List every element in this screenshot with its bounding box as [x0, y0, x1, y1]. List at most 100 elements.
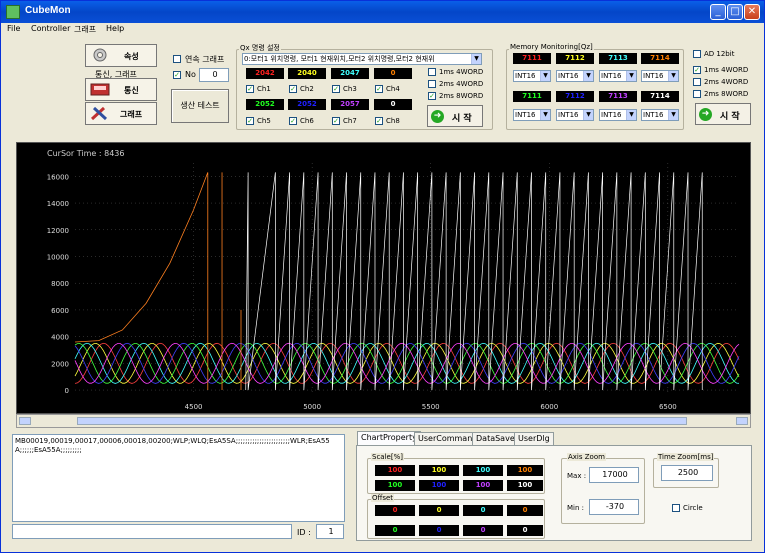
axis-zoom-label: Axis Zoom [567, 453, 606, 461]
menu-file[interactable]: File [7, 24, 20, 33]
mem-type-select-8[interactable]: INT16 ▼ [641, 109, 679, 121]
mem-type-select-6[interactable]: INT16 ▼ [556, 109, 594, 121]
ch4-label: Ch4 [386, 85, 400, 93]
window-title: CubeMon [25, 5, 71, 16]
mem-mode-2ms-8word-checkbox[interactable] [693, 90, 701, 98]
offset-ch2[interactable]: 0 [419, 505, 459, 516]
mem-addr-4: 7114 [641, 53, 679, 64]
cursor-time-label: CurSor Time : 8436 [47, 149, 124, 158]
x-tick-label: 5000 [303, 403, 321, 411]
mem-start-button[interactable]: ➜ 시 작 [695, 103, 751, 125]
chevron-down-icon: ▼ [626, 71, 636, 81]
properties-button[interactable]: 속성 [85, 44, 157, 67]
id-label: ID : [297, 528, 311, 537]
title-bar[interactable]: CubeMon _ □ ✕ [1, 1, 764, 23]
arrow-right-icon: ➜ [431, 110, 444, 123]
offset-label: Offset [371, 494, 395, 502]
mem-addr-2: 7112 [556, 53, 594, 64]
qx-mode-1ms-4word-checkbox[interactable] [428, 68, 436, 76]
ch1-checkbox[interactable]: ✓ [246, 85, 254, 93]
mem-type-select-7[interactable]: INT16 ▼ [599, 109, 637, 121]
scale-ch3[interactable]: 100 [463, 465, 503, 476]
id-input[interactable]: 1 [316, 524, 344, 539]
qx-mode-2ms-4word-checkbox[interactable] [428, 80, 436, 88]
qx-value-ch1: 2042 [246, 68, 284, 79]
min-input[interactable]: -370 [589, 499, 639, 515]
circle-checkbox[interactable] [672, 504, 680, 512]
y-tick-label: 2000 [51, 360, 69, 368]
qx-mode-2ms-8word-checkbox[interactable]: ✓ [428, 92, 436, 100]
tab-user-dlg[interactable]: UserDlg [514, 432, 554, 445]
qx-start-label: 시 작 [452, 114, 472, 124]
ch3-checkbox[interactable]: ✓ [332, 85, 340, 93]
scale-ch8[interactable]: 100 [507, 480, 543, 491]
comm-button[interactable]: 통신 [85, 78, 157, 101]
tab-chart-property[interactable]: ChartProperty [357, 431, 421, 445]
offset-ch6[interactable]: 0 [419, 525, 459, 536]
scale-ch1[interactable]: 100 [375, 465, 415, 476]
qx-start-button[interactable]: ➜ 시 작 [427, 105, 483, 127]
mem-addr-6: 7112 [556, 91, 594, 102]
time-zoom-input[interactable]: 2500 [661, 465, 713, 481]
menu-help[interactable]: Help [106, 24, 124, 33]
max-label: Max : [567, 472, 587, 480]
ch7-checkbox[interactable]: ✓ [332, 117, 340, 125]
mem-mode-2ms-4word-checkbox[interactable] [693, 78, 701, 86]
max-input[interactable]: 17000 [589, 467, 639, 483]
maximize-button[interactable]: □ [727, 4, 743, 20]
scale-ch7[interactable]: 100 [463, 480, 503, 491]
mem-type-select-4[interactable]: INT16 ▼ [641, 70, 679, 82]
menu-controller[interactable]: Controller [31, 24, 70, 33]
offset-ch1[interactable]: 0 [375, 505, 415, 516]
close-button[interactable]: ✕ [744, 4, 760, 20]
continuous-graph-checkbox[interactable] [173, 55, 181, 63]
scale-ch5[interactable]: 100 [375, 480, 415, 491]
scale-ch6[interactable]: 100 [419, 480, 459, 491]
mem-mode-2ms-8word-label: 2ms 8WORD [704, 90, 749, 98]
ch5-checkbox[interactable]: ✓ [246, 117, 254, 125]
command-input[interactable] [12, 524, 292, 539]
scroll-left-arrow[interactable] [19, 417, 31, 425]
comm-label: 통신 [124, 86, 139, 95]
scroll-thumb[interactable] [77, 417, 687, 425]
mem-type-select-1[interactable]: INT16 ▼ [513, 70, 551, 82]
chart-property-page: Scale[%] 100 100 100 100 100 100 100 100… [356, 445, 752, 541]
tab-data-save[interactable]: DataSave [472, 432, 519, 445]
console-output[interactable]: MB00019,00019,00017,00006,00018,00200;WL… [12, 434, 345, 522]
mem-type-select-2[interactable]: INT16 ▼ [556, 70, 594, 82]
ad-12bit-checkbox[interactable] [693, 50, 701, 58]
graph-button[interactable]: 그래프 [85, 102, 157, 125]
chart-area[interactable]: CurSor Time : 8436 16000 14000 12000 10000 80… [16, 142, 751, 414]
orange-series [74, 172, 209, 391]
mem-mode-1ms-4word-checkbox[interactable]: ✓ [693, 66, 701, 74]
ch2-checkbox[interactable]: ✓ [289, 85, 297, 93]
no-checkbox[interactable]: ✓ [173, 71, 181, 79]
chevron-down-icon: ▼ [540, 71, 550, 81]
ch4-checkbox[interactable]: ✓ [375, 85, 383, 93]
mem-type-select-5[interactable]: INT16 ▼ [513, 109, 551, 121]
ch6-checkbox[interactable]: ✓ [289, 117, 297, 125]
y-tick-label: 4000 [51, 334, 69, 342]
minimize-button[interactable]: _ [710, 4, 726, 20]
scroll-right-arrow[interactable] [736, 417, 748, 425]
production-test-button[interactable]: 생산 테스트 [171, 89, 229, 123]
ch7-label: Ch7 [343, 117, 357, 125]
scale-ch2[interactable]: 100 [419, 465, 459, 476]
offset-ch3[interactable]: 0 [463, 505, 503, 516]
chart-hscrollbar[interactable] [16, 414, 751, 428]
ch2-label: Ch2 [300, 85, 314, 93]
qx-mode-1ms-4word-label: 1ms 4WORD [439, 68, 484, 76]
no-input[interactable]: 0 [199, 68, 229, 82]
offset-ch7[interactable]: 0 [463, 525, 503, 536]
menu-graph[interactable]: 그래프 [74, 24, 96, 35]
phone-icon [89, 81, 111, 97]
offset-ch8[interactable]: 0 [507, 525, 543, 536]
mem-type-select-3[interactable]: INT16 ▼ [599, 70, 637, 82]
qx-command-select[interactable]: 0:모터1 위치명령, 모터1 현재위치,모터2 위치명령,모터2 현재위 ▼ [242, 53, 482, 65]
qx-value-ch6: 2052 [288, 99, 326, 110]
scale-ch4[interactable]: 100 [507, 465, 543, 476]
ch8-checkbox[interactable]: ✓ [375, 117, 383, 125]
offset-ch4[interactable]: 0 [507, 505, 543, 516]
offset-ch5[interactable]: 0 [375, 525, 415, 536]
arrow-right-icon: ➜ [699, 108, 712, 121]
